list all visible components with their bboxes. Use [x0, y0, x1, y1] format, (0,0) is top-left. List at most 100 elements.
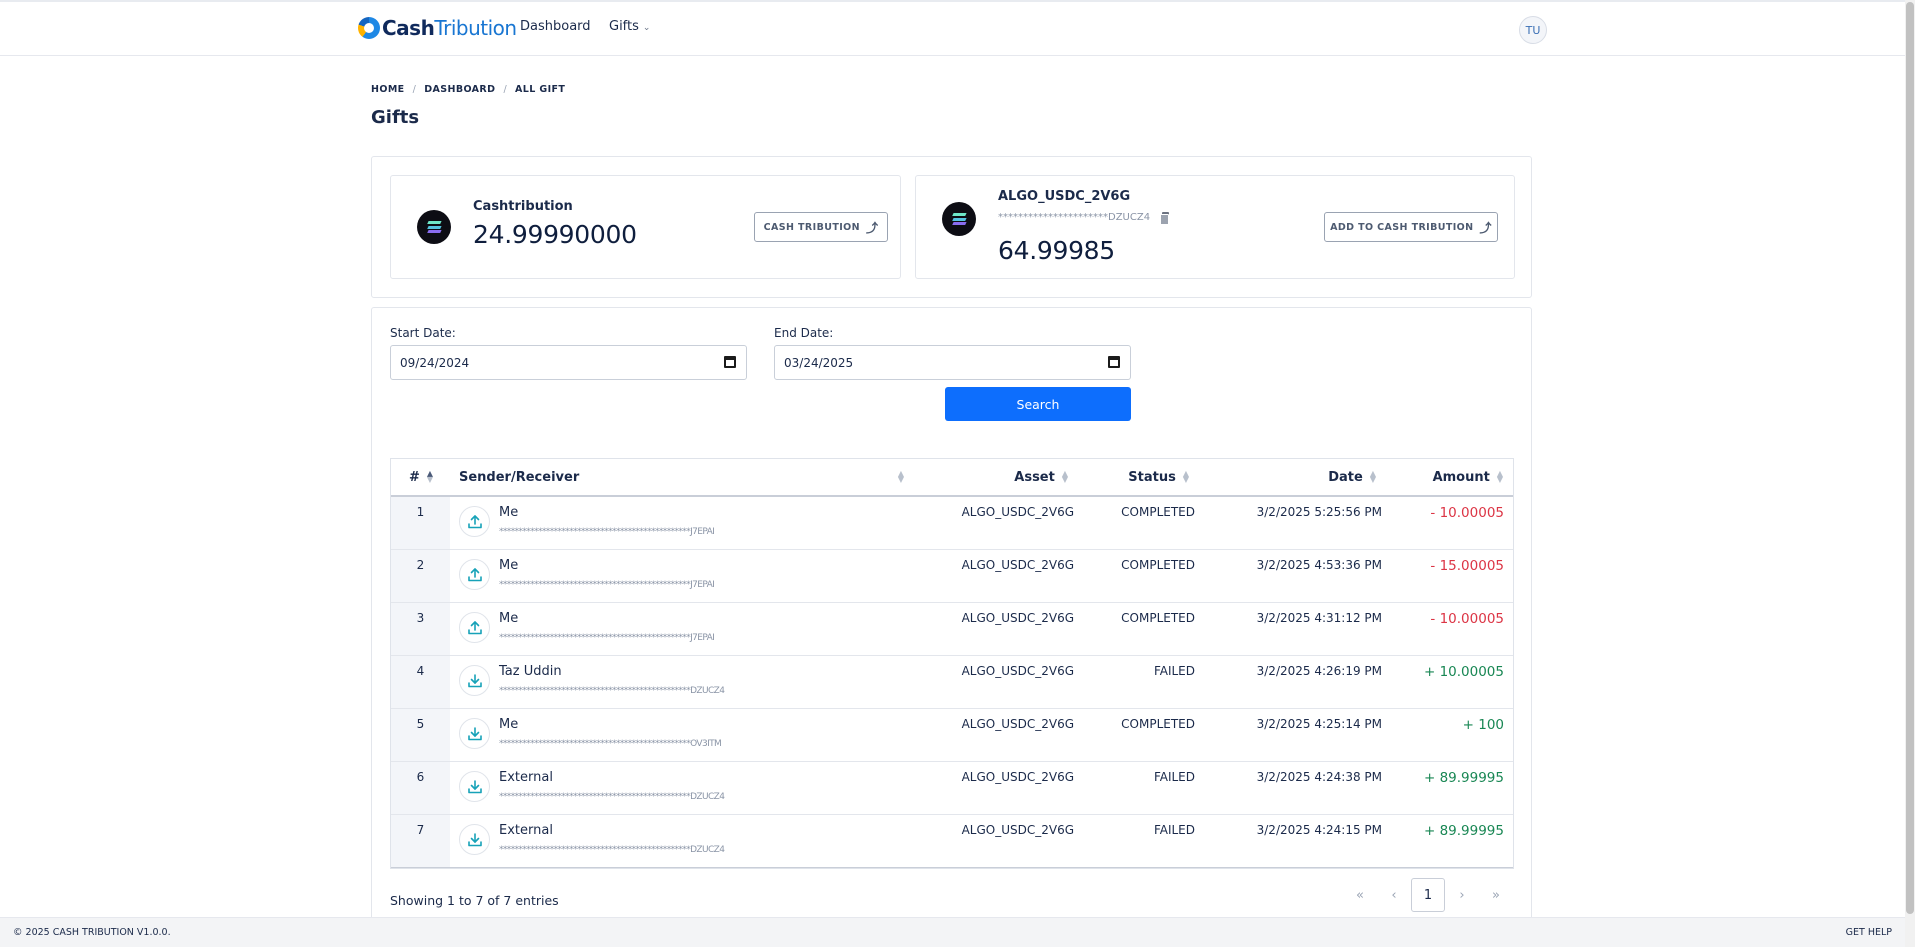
calendar-icon[interactable]: [724, 356, 736, 368]
get-help-link[interactable]: GET HELP: [1846, 927, 1892, 938]
amount-cell: + 89.99995: [1423, 823, 1504, 839]
party-name: External: [499, 770, 553, 785]
search-button[interactable]: Search: [945, 387, 1131, 421]
column-label: Sender/Receiver: [459, 469, 580, 485]
asset-cell: ALGO_USDC_2V6G: [961, 823, 1074, 837]
vertical-scrollbar[interactable]: [1905, 0, 1915, 947]
column-label: Date: [1328, 469, 1363, 485]
row-number: 1: [391, 497, 450, 549]
table-row[interactable]: 1 Me *************************************…: [391, 497, 1513, 550]
status-cell: COMPLETED: [1121, 611, 1195, 625]
column-header-status[interactable]: Status ▲ ▼: [1128, 459, 1189, 495]
chevron-down-icon: ⌄: [642, 23, 651, 33]
column-header-asset[interactable]: Asset ▲ ▼: [1014, 459, 1068, 495]
add-to-cash-tribution-button[interactable]: ADD TO CASH TRIBUTION ⤴: [1324, 212, 1498, 242]
status-cell: COMPLETED: [1121, 717, 1195, 731]
pagination: « ‹ 1 › »: [1343, 878, 1513, 912]
wallet-address-text: **********************DZUCZ4: [998, 212, 1151, 223]
party-name: Me: [499, 505, 519, 520]
wallet-panel: Cashtribution 24.99990000 CASH TRIBUTION…: [371, 156, 1532, 298]
pagination-first[interactable]: «: [1343, 878, 1377, 912]
asset-cell: ALGO_USDC_2V6G: [961, 558, 1074, 572]
footer: © 2025 CASH TRIBUTION V1.0.0. GET HELP: [0, 917, 1905, 947]
row-number: 5: [391, 709, 450, 761]
logo-text-tribution: Tribution: [434, 16, 517, 40]
table-row[interactable]: 4 Taz Uddin ******************************…: [391, 656, 1513, 709]
nav-gifts-dropdown[interactable]: Gifts ⌄: [609, 19, 650, 34]
breadcrumb-home[interactable]: HOME: [371, 84, 405, 95]
page-title: Gifts: [371, 107, 420, 128]
column-label: #: [409, 469, 420, 485]
pagination-page-current[interactable]: 1: [1411, 878, 1445, 912]
table-row[interactable]: 6 External *******************************…: [391, 762, 1513, 815]
asset-cell: ALGO_USDC_2V6G: [961, 717, 1074, 731]
logo-text-cash: Cash: [382, 16, 435, 40]
pagination-last[interactable]: »: [1479, 878, 1513, 912]
start-date-input[interactable]: 09/24/2024: [390, 345, 747, 380]
pagination-prev[interactable]: ‹: [1377, 878, 1411, 912]
gifts-panel: Start Date: 09/24/2024 End Date: 03/24/2…: [371, 307, 1532, 947]
sort-icon: ▲ ▼: [1061, 469, 1068, 484]
column-header-sender-receiver[interactable]: Sender/Receiver ▲ ▼: [459, 459, 904, 495]
wallet-card-algo-usdc: ALGO_USDC_2V6G **********************DZU…: [915, 175, 1515, 279]
cash-tribution-button-label: CASH TRIBUTION: [763, 221, 860, 233]
date-cell: 3/2/2025 4:24:38 PM: [1256, 770, 1382, 784]
scrollbar-thumb[interactable]: [1906, 2, 1914, 914]
table-row[interactable]: 2 Me *************************************…: [391, 550, 1513, 603]
end-date-input[interactable]: 03/24/2025: [774, 345, 1131, 380]
party-name: Me: [499, 717, 519, 732]
status-cell: FAILED: [1153, 770, 1195, 784]
start-date-value: 09/24/2024: [400, 355, 470, 370]
brand-logo[interactable]: Cash Tribution: [358, 16, 517, 40]
amount-cell: - 15.00005: [1430, 558, 1504, 574]
breadcrumb-dashboard[interactable]: DASHBOARD: [424, 84, 495, 95]
calendar-icon[interactable]: [1108, 356, 1120, 368]
column-header-amount[interactable]: Amount ▲ ▼: [1433, 459, 1503, 495]
column-header-date[interactable]: Date ▲ ▼: [1328, 459, 1376, 495]
user-avatar[interactable]: TU: [1519, 16, 1547, 44]
party-address: ****************************************…: [499, 739, 722, 749]
breadcrumb-all-gift: ALL GIFT: [515, 84, 566, 95]
party-name: Me: [499, 611, 519, 626]
table-row[interactable]: 3 Me *************************************…: [391, 603, 1513, 656]
wallet-name: ALGO_USDC_2V6G: [998, 189, 1131, 204]
row-number: 7: [391, 815, 450, 867]
end-date-label: End Date:: [774, 326, 834, 340]
party-address: ****************************************…: [499, 686, 725, 696]
wallet-balance: 24.99990000: [473, 220, 637, 249]
nav-dashboard-link[interactable]: Dashboard: [520, 19, 591, 34]
date-cell: 3/2/2025 4:31:12 PM: [1256, 611, 1382, 625]
table-row[interactable]: 7 External *******************************…: [391, 815, 1513, 868]
column-header-number[interactable]: # ▲ ▼: [409, 459, 433, 495]
sort-icon: ▲ ▼: [1496, 469, 1503, 484]
party-address: ****************************************…: [499, 845, 725, 855]
pagination-next[interactable]: ›: [1445, 878, 1479, 912]
party-address: ****************************************…: [499, 527, 715, 537]
status-cell: COMPLETED: [1121, 558, 1195, 572]
cash-tribution-button[interactable]: CASH TRIBUTION ⤴: [754, 212, 888, 242]
download-icon: [459, 771, 490, 802]
row-number: 4: [391, 656, 450, 708]
asset-cell: ALGO_USDC_2V6G: [961, 664, 1074, 678]
asset-cell: ALGO_USDC_2V6G: [961, 611, 1074, 625]
nav-gifts-label: Gifts: [609, 19, 639, 34]
breadcrumb: HOME / DASHBOARD / ALL GIFT: [371, 84, 565, 95]
table-header: # ▲ ▼ Sender/Receiver ▲ ▼ Asset ▲ ▼ Status ▲ ▼ D…: [391, 459, 1513, 497]
table-row[interactable]: 5 Me *************************************…: [391, 709, 1513, 762]
date-cell: 3/2/2025 4:24:15 PM: [1256, 823, 1382, 837]
asset-cell: ALGO_USDC_2V6G: [961, 505, 1074, 519]
download-icon: [459, 665, 490, 696]
solana-coin-icon: [417, 210, 451, 244]
sort-icon: ▲ ▼: [897, 469, 904, 484]
date-cell: 3/2/2025 5:25:56 PM: [1256, 505, 1382, 519]
logo-icon: [358, 17, 380, 39]
table-body: 1 Me *************************************…: [391, 497, 1513, 868]
download-icon: [459, 718, 490, 749]
copy-icon[interactable]: [1160, 212, 1170, 225]
upload-icon: [459, 559, 490, 590]
amount-cell: + 100: [1462, 717, 1504, 733]
column-label: Status: [1128, 469, 1176, 485]
party-address: ****************************************…: [499, 792, 725, 802]
party-name: Taz Uddin: [499, 664, 562, 679]
amount-cell: + 89.99995: [1423, 770, 1504, 786]
